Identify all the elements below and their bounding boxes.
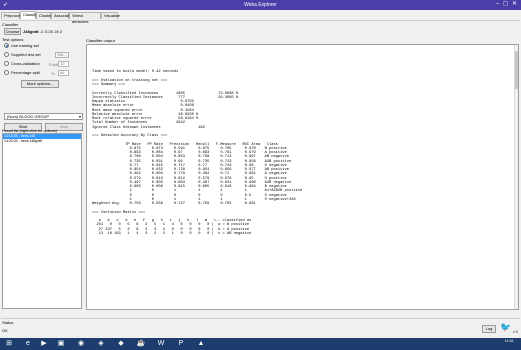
classifier-output-textarea[interactable]: Time taken to build model: 0.42 seconds …: [86, 44, 519, 310]
percentage-split-option[interactable]: Percentage split: [4, 70, 40, 77]
firefox-icon[interactable]: ◉: [75, 339, 87, 349]
radio-icon: [4, 70, 9, 76]
classifier-output-text: Time taken to build model: 0.42 seconds …: [92, 70, 303, 236]
app-icon-2[interactable]: ◆: [115, 339, 127, 349]
clock[interactable]: 14:49: [498, 339, 520, 343]
percent-sign: %: [51, 71, 55, 76]
weka-icon[interactable]: ▲: [195, 339, 207, 349]
class-attribute-select[interactable]: (Nom) BLOOD GROUP ▾: [4, 113, 83, 120]
result-list[interactable]: 14:18:35 - trees.J48 14:20:33 - trees.J4…: [2, 133, 82, 309]
use-training-set-label: Use training set: [11, 43, 39, 48]
tab-preprocess[interactable]: Preprocess: [1, 12, 24, 19]
test-options-label: Test options: [2, 37, 24, 42]
title-bar: ➶ Weka Explorer – ◻ ✕: [0, 0, 521, 10]
weka-bird-icon[interactable]: 🐦: [500, 322, 511, 332]
classifier-options: -C 0.25 -M 2: [39, 29, 62, 34]
os-taskbar: ⊞ e ▶ ▣ ◉ ◈ ◆ ☕ W P ▲ 14:49: [0, 338, 521, 350]
log-button[interactable]: Log: [482, 325, 496, 333]
left-panel: Test options Use training set Supplied t…: [1, 37, 83, 310]
more-options-button[interactable]: More options...: [21, 80, 59, 88]
chevron-down-icon: ▾: [78, 114, 81, 119]
radio-selected-icon: [4, 43, 9, 49]
classifier-panel: Classifier Choose J48graft -C 0.25 -M 2: [1, 20, 520, 35]
classifier-output-panel: Classifier output Time taken to build mo…: [85, 37, 520, 310]
classifier-name-field[interactable]: J48graft -C 0.25 -M 2: [23, 29, 62, 34]
percentage-input[interactable]: 66: [58, 70, 69, 76]
tab-visualize[interactable]: Visualize: [101, 12, 120, 19]
result-list-item[interactable]: 14:20:33 - trees.J48graft: [3, 139, 81, 144]
radio-icon: [4, 61, 9, 67]
choose-classifier-button[interactable]: Choose: [4, 28, 21, 35]
app-icon-1[interactable]: ◈: [95, 339, 107, 349]
folds-input[interactable]: 10: [58, 61, 69, 67]
java-icon[interactable]: ☕: [135, 339, 147, 349]
output-scrollbar[interactable]: [514, 45, 518, 309]
restore-button[interactable]: ◻: [503, 1, 508, 8]
set-test-set-button[interactable]: Set...: [55, 52, 69, 58]
cross-validation-label: Cross-validation: [11, 61, 40, 66]
media-player-icon[interactable]: ▶: [38, 339, 50, 349]
tab-bar: Preprocess Classify Cluster Associate Se…: [0, 11, 521, 24]
close-button[interactable]: ✕: [512, 1, 517, 8]
minimize-button[interactable]: –: [496, 1, 499, 8]
folder-icon[interactable]: ▣: [55, 339, 67, 349]
tab-associate[interactable]: Associate: [51, 12, 71, 19]
status-label: Status: [2, 320, 14, 325]
classifier-name: J48graft: [23, 29, 39, 34]
status-value: OK: [2, 328, 8, 333]
class-attribute-value: (Nom) BLOOD GROUP: [7, 114, 50, 119]
status-panel: Status OK Log 🐦 x 0: [1, 318, 520, 336]
powerpoint-icon[interactable]: P: [175, 339, 187, 349]
use-training-set-option[interactable]: Use training set: [4, 43, 39, 50]
tab-classify[interactable]: Classify: [20, 11, 37, 19]
supplied-test-set-option[interactable]: Supplied test set: [4, 52, 41, 59]
window-title: Weka Explorer: [244, 2, 277, 8]
word-icon[interactable]: W: [155, 339, 167, 349]
classifier-section-label: Classifier: [2, 22, 19, 27]
classifier-output-label: Classifier output: [86, 38, 115, 43]
tab-cluster[interactable]: Cluster: [36, 12, 52, 19]
radio-icon: [4, 52, 9, 58]
tab-select-attributes[interactable]: Select attributes: [69, 12, 101, 24]
ie-icon[interactable]: e: [22, 339, 34, 349]
cross-validation-option[interactable]: Cross-validation: [4, 61, 40, 68]
windows-start-icon[interactable]: ⊞: [3, 339, 15, 349]
percentage-split-label: Percentage split: [11, 70, 40, 75]
scrollbar-thumb[interactable]: [515, 51, 518, 89]
supplied-test-set-label: Supplied test set: [11, 52, 41, 57]
task-count-badge: x 0: [513, 330, 518, 334]
